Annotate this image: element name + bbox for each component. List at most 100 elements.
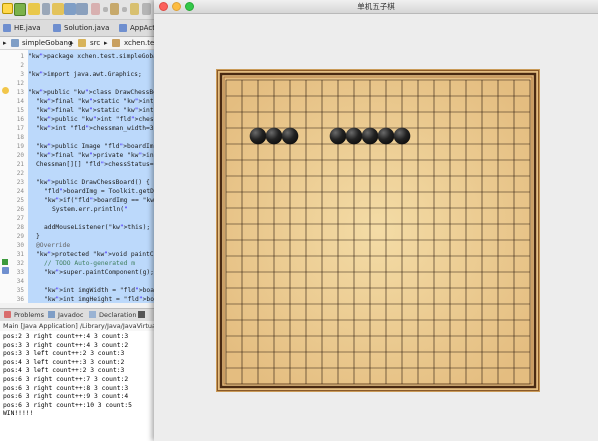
line-number: 18 bbox=[16, 134, 24, 141]
java-file-icon bbox=[119, 24, 127, 32]
chevron-down-icon[interactable] bbox=[103, 7, 108, 12]
code-line: "kw">int imgHeight = "fld">boardImg bbox=[44, 296, 155, 303]
navigate-icon[interactable] bbox=[142, 3, 151, 15]
black-stone bbox=[265, 127, 283, 145]
breadcrumb-package[interactable]: xchen.te bbox=[124, 37, 154, 49]
code-line: "kw">public "kw">class DrawChessBoard ex… bbox=[28, 89, 155, 96]
black-stone bbox=[361, 127, 379, 145]
java-file-icon bbox=[3, 24, 11, 32]
lightning-icon[interactable] bbox=[2, 3, 13, 14]
project-icon bbox=[11, 39, 19, 47]
outline-icon[interactable] bbox=[76, 3, 88, 15]
code-line: "kw">super.paintComponent(g); bbox=[44, 269, 154, 276]
wand-icon[interactable] bbox=[28, 3, 40, 15]
line-number: 28 bbox=[16, 224, 24, 231]
tab-he-java[interactable]: HE.java bbox=[0, 20, 41, 36]
black-stone bbox=[345, 127, 363, 145]
line-number: 14 bbox=[16, 98, 24, 105]
board-surface bbox=[217, 70, 539, 391]
black-stone bbox=[377, 127, 395, 145]
line-number: 32 bbox=[16, 260, 24, 267]
tab-solution-java[interactable]: Solution.java bbox=[50, 20, 109, 36]
console-icon[interactable] bbox=[138, 311, 145, 318]
code-line: "kw">package xchen.test.simpleGobang; bbox=[28, 53, 155, 60]
line-number: 34 bbox=[16, 278, 24, 285]
line-number: 30 bbox=[16, 242, 24, 249]
tab-label: AppActi bbox=[130, 24, 155, 32]
line-number: 23 bbox=[16, 179, 24, 186]
black-stone bbox=[329, 127, 347, 145]
line-number: 12 bbox=[16, 80, 24, 87]
editor-tabs: HE.java Solution.java AppActi bbox=[0, 20, 155, 37]
window-titlebar[interactable]: 单机五子棋 bbox=[154, 0, 598, 14]
line-number: 3 bbox=[20, 71, 24, 78]
task-icon bbox=[2, 267, 9, 274]
code-line: "kw">int imgWidth = "fld">boardImg. bbox=[44, 287, 155, 294]
next-annotation-icon[interactable] bbox=[91, 3, 100, 15]
warning-icon[interactable] bbox=[2, 87, 9, 94]
pin-icon[interactable] bbox=[14, 3, 26, 16]
javadoc-icon bbox=[48, 311, 55, 318]
ide-toolbar bbox=[0, 0, 155, 20]
breadcrumb-src[interactable]: src bbox=[90, 37, 100, 49]
line-number: 15 bbox=[16, 107, 24, 114]
console-output[interactable]: pos:2 3 right count++:4 3 count:3 pos:3 3… bbox=[0, 331, 155, 441]
line-number: 2 bbox=[20, 62, 24, 69]
code-line: "fld">boardImg = Toolkit.getDe bbox=[44, 188, 155, 195]
tab-appacti[interactable]: AppActi bbox=[116, 20, 155, 36]
gobang-window: 单机五子棋 bbox=[154, 0, 598, 441]
chevron-down-icon[interactable] bbox=[122, 7, 127, 12]
problems-icon bbox=[4, 311, 11, 318]
line-number: 22 bbox=[16, 170, 24, 177]
line-number: 33 bbox=[16, 269, 24, 276]
code-line: "kw">if("fld">boardImg == "kw">null) bbox=[44, 197, 155, 204]
line-number: 16 bbox=[16, 116, 24, 123]
line-number: 20 bbox=[16, 152, 24, 159]
package-icon bbox=[112, 39, 120, 47]
breadcrumb-project[interactable]: simpleGobang bbox=[22, 37, 72, 49]
java-file-icon bbox=[53, 24, 61, 32]
override-marker-icon bbox=[2, 259, 8, 265]
code-line: "kw">protected "kw">void paintComponen bbox=[36, 251, 155, 258]
line-number: 25 bbox=[16, 197, 24, 204]
document-icon[interactable] bbox=[64, 3, 76, 15]
code-line: addMouseListener("kw">this); bbox=[44, 224, 151, 231]
chevron-right-icon: ▸ bbox=[104, 39, 108, 47]
line-number: 13 bbox=[16, 89, 24, 96]
eclipse-ide: HE.java Solution.java AppActi ▸ simpleGo… bbox=[0, 0, 155, 441]
back-icon[interactable] bbox=[110, 3, 119, 15]
line-number: 31 bbox=[16, 251, 24, 258]
line-number: 21 bbox=[16, 161, 24, 168]
tab-javadoc[interactable]: Javadoc bbox=[58, 309, 83, 321]
code-line: "kw">int "fld">chessman_width=30; bbox=[36, 125, 155, 132]
chevron-right-icon: ▸ bbox=[3, 39, 7, 47]
code-line: System.err.println(" bbox=[52, 206, 128, 213]
code-line: "kw">final "kw">private "kw">int "fld">R… bbox=[36, 152, 155, 159]
code-line: "kw">final "kw">static "kw">int "fld">BL… bbox=[36, 98, 154, 105]
code-line: "kw">final "kw">static "kw">int "fld">WH… bbox=[36, 107, 154, 114]
breadcrumb: ▸ simpleGobang ▸ src ▸ xchen.te bbox=[0, 37, 155, 50]
bottom-panel-tabs: Problems Javadoc Declaration bbox=[0, 308, 155, 322]
code-line: // TODO Auto-generated m bbox=[44, 260, 135, 267]
chess-board[interactable] bbox=[216, 69, 540, 392]
line-number: 35 bbox=[16, 287, 24, 294]
console-header: Main [Java Application] /Library/Java/Ja… bbox=[0, 321, 155, 331]
folder-icon[interactable] bbox=[52, 3, 64, 15]
code-editor[interactable]: 1 2 3 12 13 14 15 16 17 18 19 20 21 22 23 24 25 26 27 28 29 3… bbox=[0, 50, 155, 303]
code-line: } bbox=[36, 233, 40, 240]
tab-declaration[interactable]: Declaration bbox=[99, 309, 136, 321]
code-area[interactable]: "kw">package xchen.test.simpleGobang; "kw… bbox=[28, 50, 155, 303]
black-stone bbox=[393, 127, 411, 145]
line-number: 19 bbox=[16, 143, 24, 150]
code-line: Chessman[][] "fld">chessStatus="kw">new bbox=[36, 161, 155, 168]
undo-icon[interactable] bbox=[42, 3, 50, 15]
source-folder-icon bbox=[78, 39, 86, 47]
line-number: 27 bbox=[16, 215, 24, 222]
tab-problems[interactable]: Problems bbox=[14, 309, 44, 321]
line-number: 36 bbox=[16, 296, 24, 303]
black-stone bbox=[249, 127, 267, 145]
line-number: 24 bbox=[16, 188, 24, 195]
forward-icon[interactable] bbox=[130, 3, 139, 15]
tab-label: Solution.java bbox=[64, 24, 110, 32]
console-line: WIN!!!!! bbox=[3, 410, 34, 418]
